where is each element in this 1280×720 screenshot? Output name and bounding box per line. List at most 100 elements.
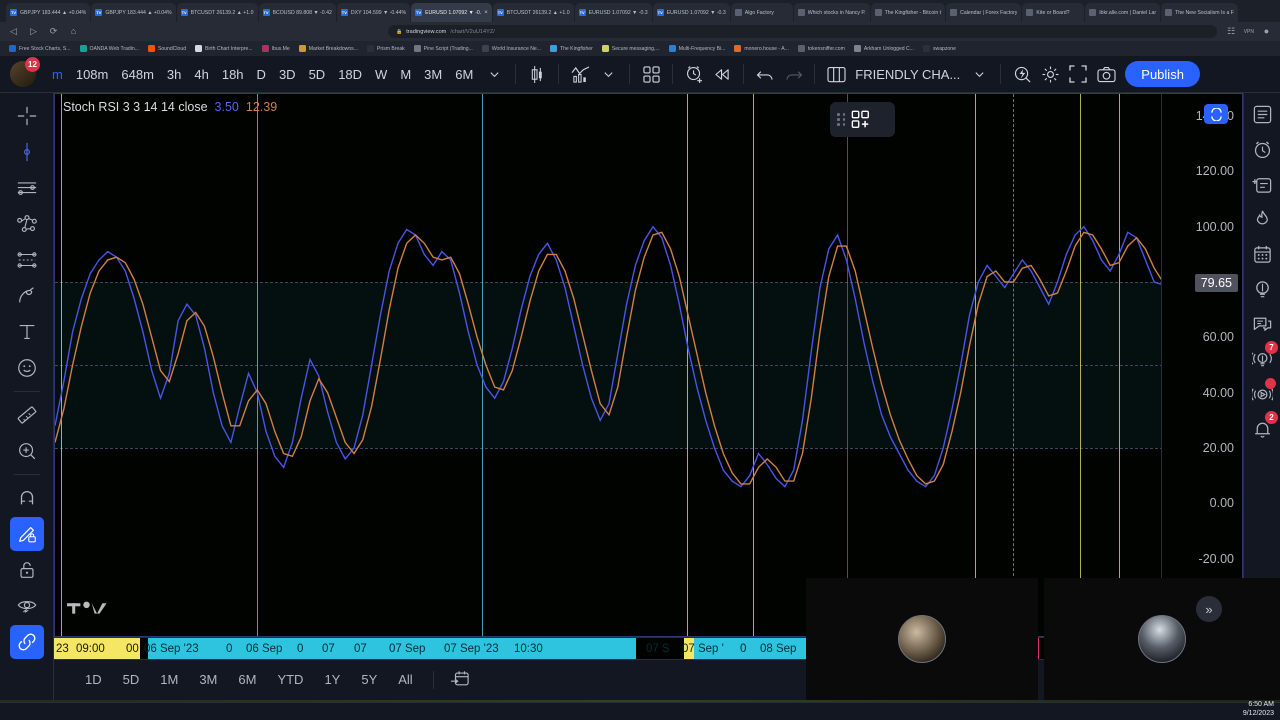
range-button-1Y[interactable]: 1Y [315,668,349,691]
price-scale[interactable]: 140.00120.00100.0060.0040.0020.000.00-20… [1161,94,1242,636]
measure-ruler-icon[interactable] [10,398,44,432]
replay-icon[interactable] [709,61,735,87]
video-tile-left[interactable] [806,578,1038,700]
browser-tab[interactable]: The Kingfisher - Bitcoin t [870,3,946,22]
alerts-clock-icon[interactable] [1247,134,1277,164]
back-icon[interactable]: ◁ [8,26,19,37]
add-objects-grid-icon[interactable] [851,110,871,130]
notifications-bell-icon[interactable]: 2 [1247,411,1278,444]
magnet-icon[interactable] [10,481,44,515]
public-chats-icon[interactable]: 7 [1247,341,1278,374]
trend-line-icon[interactable] [10,135,44,169]
bookmark-item[interactable]: World Insurance Ne... [481,45,541,52]
drag-dots-icon[interactable] [837,113,846,126]
bookmark-item[interactable]: Free Stock Charts, S... [9,45,71,52]
publish-button[interactable]: Publish [1125,61,1200,87]
chat-icon[interactable] [1247,309,1277,339]
candlestick-style-icon[interactable] [524,61,550,87]
user-avatar[interactable]: 12 [10,57,40,87]
redo-icon[interactable] [780,61,806,87]
templates-icon[interactable] [638,61,664,87]
bookmark-item[interactable]: Multi-Frequency Bi... [668,45,725,52]
timeframe-dropdown-icon[interactable] [481,61,507,87]
range-button-6M[interactable]: 6M [229,668,265,691]
browser-tab[interactable]: TV BTCUSDT 26139.2 ▲ +1.0 [176,3,258,22]
range-button-3M[interactable]: 3M [190,668,226,691]
hotlist-fire-icon[interactable] [1247,204,1277,234]
bookmark-item[interactable]: OANDA Web Tradin... [79,45,139,52]
browser-tab[interactable]: ibkr.alle.com | Daniel Lar [1085,3,1161,22]
hide-drawings-icon[interactable] [10,589,44,623]
browser-tab[interactable]: TV EURUSD 1.07092 ▼ -0.3 [652,3,730,22]
bookmark-item[interactable]: Market Breakdowns... [298,45,358,52]
bookmark-item[interactable]: SoundCloud [147,45,186,52]
bookmark-item[interactable]: The Kingfisher [549,45,593,52]
timeframe-button-18D[interactable]: 18D [332,63,368,86]
text-tool-icon[interactable] [10,315,44,349]
vpn-label[interactable]: VPN [1244,29,1254,35]
bookmark-item[interactable]: Arkham Unlogged C... [853,45,914,52]
goto-date-icon[interactable] [445,667,475,693]
browser-tab[interactable]: Calendar | Forex Factory [946,3,1022,22]
sync-drawings-link-icon[interactable] [9,625,44,659]
fib-retracement-icon[interactable] [10,243,44,277]
timeframe-button-4h[interactable]: 4h [188,63,214,86]
video-tile-right[interactable] [1044,578,1280,700]
range-button-1M[interactable]: 1M [151,668,187,691]
zoom-in-icon[interactable] [10,434,44,468]
browser-tab[interactable]: TV DXY 104.599 ▼ -0.44% [336,3,411,22]
quick-search-icon[interactable] [1009,61,1035,87]
indicators-dropdown-icon[interactable] [595,61,621,87]
snapshot-icon[interactable] [1093,61,1119,87]
layout-name-label[interactable]: FRIENDLY CHA... [851,67,964,82]
bookmark-item[interactable]: Prism Break [366,45,405,52]
add-note-icon[interactable] [1247,169,1277,199]
bookmark-item[interactable]: Ibus.Me [261,45,290,52]
alert-icon[interactable] [681,61,707,87]
chevron-double-right-icon[interactable]: » [1196,596,1222,622]
layout-icon[interactable] [823,61,849,87]
reload-icon[interactable]: ⟳ [48,26,59,37]
timeframe-button-3D[interactable]: 3D [273,63,302,86]
watchlist-icon[interactable] [1247,99,1277,129]
settings-gear-icon[interactable] [1037,61,1063,87]
bookmark-item[interactable]: Pine Script (Trading... [413,45,473,52]
browser-tab[interactable]: Kite or Board? [1022,3,1085,22]
timeframe-button-648m[interactable]: 648m [115,63,160,86]
timeframe-button-18h[interactable]: 18h [216,63,250,86]
bookmark-item[interactable]: tokensniffer.com [797,45,845,52]
undo-icon[interactable] [752,61,778,87]
indicators-icon[interactable] [567,61,593,87]
timeframe-button-D[interactable]: D [251,63,272,86]
browser-tab[interactable]: Algo Factory [730,3,793,22]
range-button-1D[interactable]: 1D [76,668,111,691]
broadcast-icon[interactable] [1247,378,1277,409]
bookmark-item[interactable]: swapzone [922,45,956,52]
profile-icon[interactable]: ● [1261,26,1272,37]
home-icon[interactable]: ⌂ [68,26,79,37]
forward-icon[interactable]: ▷ [28,26,39,37]
timeframe-button-108m[interactable]: 108m [70,63,115,86]
range-button-5D[interactable]: 5D [114,668,149,691]
sync-crosshair-icon[interactable] [1204,104,1228,124]
browser-tab[interactable]: Which stocks in Nancy P. [793,3,870,22]
bookmark-item[interactable]: Birth Chart Interpre... [195,45,253,52]
timeframe-button-5D[interactable]: 5D [303,63,332,86]
timeframe-button-M[interactable]: M [394,63,417,86]
floating-drawing-toolbar[interactable] [830,102,895,137]
timeframe-button-3h[interactable]: 3h [161,63,187,86]
bookmark-item[interactable]: Secure messaging,... [601,45,660,52]
browser-tab[interactable]: TV EURUSD 1.07092 ▼ -0. × [411,3,492,22]
browser-tab[interactable]: TV EURUSD 1.07092 ▼ -0.3 [574,3,652,22]
lock-drawings-icon[interactable] [10,553,44,587]
bookmark-item[interactable]: monero.house - A... [734,45,789,52]
chart-plot-area[interactable]: Stoch RSI 3 3 14 14 close 3.50 12.39 [55,94,1163,636]
extensions-icon[interactable]: ☷ [1226,26,1237,37]
indicator-legend[interactable]: Stoch RSI 3 3 14 14 close 3.50 12.39 [63,100,277,114]
browser-tab[interactable]: TV BCOUSD 89.808 ▼ -0.42 [258,3,336,22]
browser-tab[interactable]: The New Socialism Is a F [1161,3,1238,22]
chevron-down-icon[interactable] [966,61,992,87]
ideas-bulb-icon[interactable] [1247,274,1277,304]
timeframe-button-m[interactable]: m [46,63,69,86]
range-button-YTD[interactable]: YTD [268,668,312,691]
